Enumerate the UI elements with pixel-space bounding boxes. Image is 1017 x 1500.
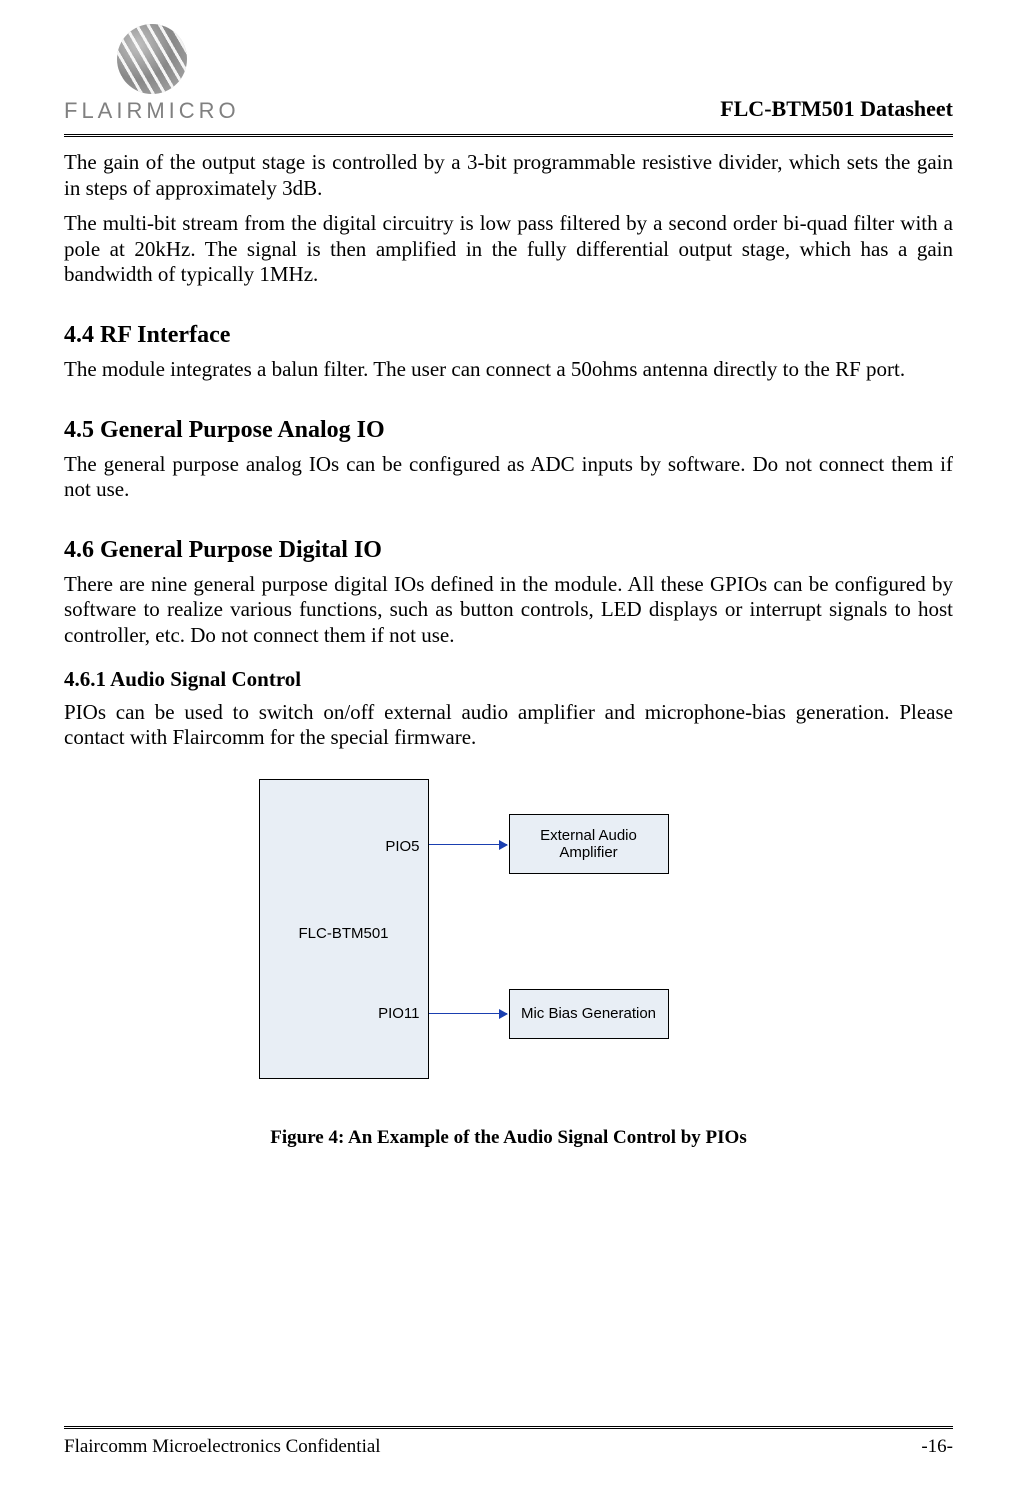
section-4-6-p1: There are nine general purpose digital I…: [64, 572, 953, 649]
page-footer: Flaircomm Microelectronics Confidential …: [64, 1426, 953, 1458]
block-flc-btm501: FLC-BTM501 PIO5 PIO11: [259, 779, 429, 1079]
figure-4-caption: Figure 4: An Example of the Audio Signal…: [270, 1127, 746, 1149]
header-rule: [64, 134, 953, 138]
section-4-4-heading: 4.4 RF Interface: [64, 322, 953, 349]
arrow-pio5: [429, 844, 507, 845]
brand-name: FLAIRMICRO: [64, 98, 240, 124]
intro-paragraph-2: The multi-bit stream from the digital ci…: [64, 211, 953, 288]
footer-page-number: -16-: [921, 1436, 953, 1458]
block-external-audio-amplifier: External Audio Amplifier: [509, 814, 669, 874]
diagram: FLC-BTM501 PIO5 PIO11 External Audio Amp…: [259, 779, 759, 1099]
section-4-5-p1: The general purpose analog IOs can be co…: [64, 452, 953, 503]
block-mic-bias-generation: Mic Bias Generation: [509, 989, 669, 1039]
section-4-6-1-p1: PIOs can be used to switch on/off extern…: [64, 700, 953, 751]
document-title: FLC-BTM501 Datasheet: [720, 96, 953, 124]
figure-4: FLC-BTM501 PIO5 PIO11 External Audio Amp…: [64, 779, 953, 1149]
section-4-6-heading: 4.6 General Purpose Digital IO: [64, 537, 953, 564]
section-4-4-p1: The module integrates a balun filter. Th…: [64, 357, 953, 383]
intro-paragraph-1: The gain of the output stage is controll…: [64, 150, 953, 201]
section-4-6-1-heading: 4.6.1 Audio Signal Control: [64, 667, 953, 692]
arrow-pio11: [429, 1013, 507, 1014]
footer-rule: [64, 1426, 953, 1430]
footer-confidential: Flaircomm Microelectronics Confidential: [64, 1436, 381, 1458]
logo-icon: [117, 24, 187, 94]
logo: FLAIRMICRO: [64, 24, 240, 124]
pin-pio5-label: PIO5: [385, 838, 419, 855]
pin-pio11-label: PIO11: [378, 1005, 419, 1022]
block-main-label: FLC-BTM501: [260, 925, 428, 942]
section-4-5-heading: 4.5 General Purpose Analog IO: [64, 417, 953, 444]
